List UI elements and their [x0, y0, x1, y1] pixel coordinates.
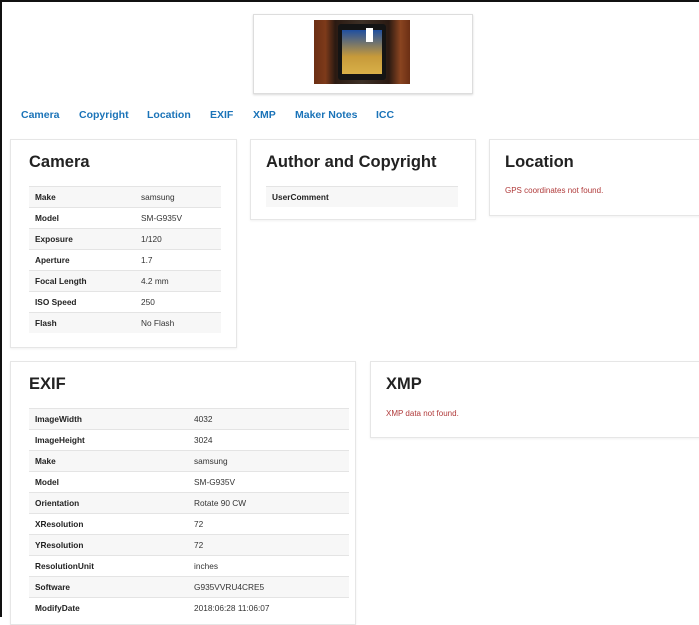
location-message: GPS coordinates not found.: [505, 186, 604, 195]
table-row: UserComment: [266, 186, 458, 207]
field-name: YResolution: [29, 534, 188, 556]
exif-table: ImageWidth 4032 ImageHeight 3024 Make samsung…: [29, 408, 349, 618]
field-value: 1/120: [135, 228, 221, 250]
field-value: G935VVRU4CRE5: [188, 576, 349, 598]
field-name: ImageHeight: [29, 429, 188, 451]
exif-title: EXIF: [29, 375, 66, 393]
location-title: Location: [505, 153, 574, 171]
phone-in-photo: [338, 24, 386, 80]
window-left-edge: [0, 0, 2, 617]
field-value: Rotate 90 CW: [188, 492, 349, 514]
field-value: 4.2 mm: [135, 270, 221, 292]
field-name: XResolution: [29, 513, 188, 535]
field-name: ResolutionUnit: [29, 555, 188, 577]
xmp-title: XMP: [386, 375, 422, 393]
field-value: 72: [188, 534, 349, 556]
photo-preview: [314, 20, 410, 84]
window-top-edge: [0, 0, 699, 2]
field-value: No Flash: [135, 312, 221, 333]
camera-panel: Camera Make samsung Model SM-G935V Exposure 1…: [10, 139, 237, 348]
table-row: Model SM-G935V: [29, 471, 349, 493]
table-row: Make samsung: [29, 450, 349, 472]
table-row: ResolutionUnit inches: [29, 555, 349, 577]
nav-link-exif[interactable]: EXIF: [210, 109, 233, 121]
xmp-panel: XMP XMP data not found.: [370, 361, 699, 438]
field-value: samsung: [135, 186, 221, 208]
field-value: [452, 186, 458, 207]
camera-title: Camera: [29, 153, 90, 171]
nav-link-camera[interactable]: Camera: [21, 109, 60, 121]
table-row: ImageWidth 4032: [29, 408, 349, 430]
table-row: Model SM-G935V: [29, 207, 221, 229]
nav-link-maker-notes[interactable]: Maker Notes: [295, 109, 357, 121]
table-row: ImageHeight 3024: [29, 429, 349, 451]
field-name: UserComment: [266, 186, 452, 207]
field-value: SM-G935V: [188, 471, 349, 493]
xmp-message: XMP data not found.: [386, 409, 459, 418]
table-row: ModifyDate 2018:06:28 11:06:07: [29, 597, 349, 618]
field-value: SM-G935V: [135, 207, 221, 229]
field-name: Flash: [29, 312, 135, 333]
image-thumbnail[interactable]: [253, 14, 473, 94]
table-row: Focal Length 4.2 mm: [29, 270, 221, 292]
nav-link-icc[interactable]: ICC: [376, 109, 394, 121]
table-row: Make samsung: [29, 186, 221, 208]
table-row: ISO Speed 250: [29, 291, 221, 313]
field-name: Model: [29, 471, 188, 493]
field-name: Software: [29, 576, 188, 598]
field-value: 2018:06:28 11:06:07: [188, 597, 349, 618]
field-value: 72: [188, 513, 349, 535]
field-name: Exposure: [29, 228, 135, 250]
camera-table: Make samsung Model SM-G935V Exposure 1/120 Ape…: [29, 186, 221, 333]
field-name: ImageWidth: [29, 408, 188, 430]
copyright-title: Author and Copyright: [266, 153, 437, 171]
table-row: Aperture 1.7: [29, 249, 221, 271]
table-row: Flash No Flash: [29, 312, 221, 333]
nav-link-xmp[interactable]: XMP: [253, 109, 276, 121]
field-name: Model: [29, 207, 135, 229]
field-value: 250: [135, 291, 221, 313]
table-row: Software G935VVRU4CRE5: [29, 576, 349, 598]
nav-link-location[interactable]: Location: [147, 109, 191, 121]
table-row: YResolution 72: [29, 534, 349, 556]
field-value: inches: [188, 555, 349, 577]
field-value: 3024: [188, 429, 349, 451]
field-name: Orientation: [29, 492, 188, 514]
field-value: 4032: [188, 408, 349, 430]
field-value: 1.7: [135, 249, 221, 271]
field-name: ModifyDate: [29, 597, 188, 618]
field-name: ISO Speed: [29, 291, 135, 313]
table-row: Orientation Rotate 90 CW: [29, 492, 349, 514]
exif-panel: EXIF ImageWidth 4032 ImageHeight 3024 Make sa…: [10, 361, 356, 625]
copyright-table: UserComment: [266, 186, 458, 207]
table-row: XResolution 72: [29, 513, 349, 535]
field-name: Aperture: [29, 249, 135, 271]
field-name: Make: [29, 186, 135, 208]
nav-link-copyright[interactable]: Copyright: [79, 109, 129, 121]
copyright-panel: Author and Copyright UserComment: [250, 139, 476, 220]
location-panel: Location GPS coordinates not found.: [489, 139, 699, 216]
field-name: Make: [29, 450, 188, 472]
table-row: Exposure 1/120: [29, 228, 221, 250]
field-name: Focal Length: [29, 270, 135, 292]
field-value: samsung: [188, 450, 349, 472]
